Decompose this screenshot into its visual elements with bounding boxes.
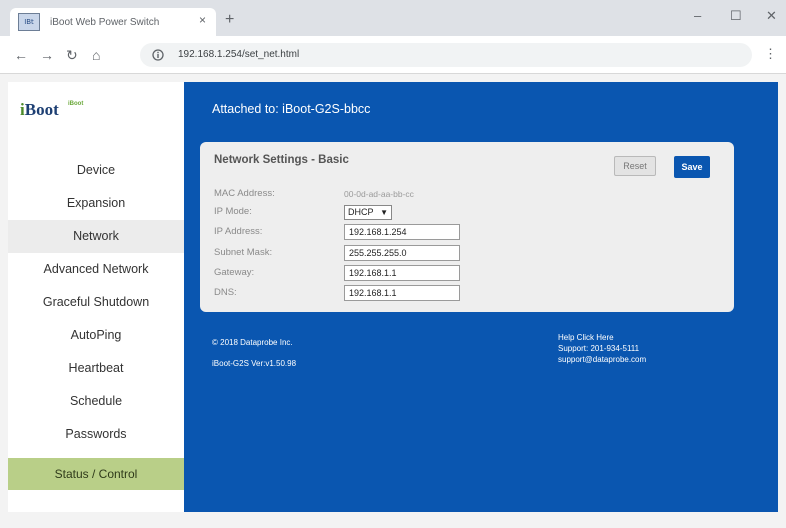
footer-left: © 2018 Dataprobe Inc. iBoot-G2S Ver:v1.5… [212,332,296,374]
gateway-label: Gateway: [214,267,255,278]
sidebar-item-expansion[interactable]: Expansion [8,187,184,220]
close-window-icon[interactable]: ✕ [766,8,777,24]
dns-input[interactable] [344,285,460,301]
help-link[interactable]: Help Click Here [558,332,646,343]
ip-address-input[interactable] [344,224,460,240]
tab-strip: IBt iBoot Web Power Switch × + – ☐ ✕ [0,0,786,36]
ip-mode-label: IP Mode: [214,206,252,217]
ip-address-label: IP Address: [214,226,263,237]
forward-icon[interactable]: → [40,47,54,63]
support-phone: Support: 201-934-5111 [558,344,640,353]
sidebar-item-network[interactable]: Network [8,220,184,253]
ip-mode-value: DHCP [348,207,374,217]
sidebar: iBoot iBoot Device Expansion Network Adv… [8,82,184,512]
save-button[interactable]: Save [674,156,710,178]
sidebar-item-device[interactable]: Device [8,154,184,187]
dns-label: DNS: [214,287,237,298]
footer-right: Help Click Here Support: 201-934-5111 su… [558,332,646,365]
subnet-mask-input[interactable] [344,245,460,261]
copyright-text: © 2018 Dataprobe Inc. [212,338,293,347]
sidebar-item-advanced-network[interactable]: Advanced Network [8,253,184,286]
minimize-icon[interactable]: – [694,8,701,23]
sidebar-item-schedule[interactable]: Schedule [8,385,184,418]
sidebar-item-passwords[interactable]: Passwords [8,418,184,451]
tab-title: iBoot Web Power Switch [50,16,160,28]
mac-address-value: 00-0d-ad-aa-bb-cc [344,189,414,199]
panel-title: Network Settings - Basic [214,154,349,166]
sidebar-item-autoping[interactable]: AutoPing [8,319,184,352]
main-content: Attached to: iBoot-G2S-bbcc Network Sett… [184,82,778,512]
ip-mode-select[interactable]: DHCP ▼ [344,205,392,220]
sidebar-item-graceful-shutdown[interactable]: Graceful Shutdown [8,286,184,319]
site-info-icon[interactable] [152,49,164,61]
sidebar-menu: Device Expansion Network Advanced Networ… [8,154,184,451]
reset-button[interactable]: Reset [614,156,656,176]
browser-menu-icon[interactable]: ⋮ [764,46,777,62]
mac-address-label: MAC Address: [214,188,275,199]
browser-tab[interactable]: IBt iBoot Web Power Switch × [10,8,216,36]
attached-device-heading: Attached to: iBoot-G2S-bbcc [212,102,371,116]
chevron-down-icon: ▼ [380,208,388,217]
sidebar-item-heartbeat[interactable]: Heartbeat [8,352,184,385]
reload-icon[interactable]: ↻ [66,47,78,63]
network-settings-panel: Network Settings - Basic Reset Save MAC … [200,142,734,312]
support-email-link[interactable]: support@dataprobe.com [558,354,646,365]
subnet-mask-label: Subnet Mask: [214,247,273,258]
back-icon[interactable]: ← [14,47,28,63]
browser-window: IBt iBoot Web Power Switch × + – ☐ ✕ ← →… [0,0,786,528]
iboot-logo: iBoot iBoot [20,96,140,126]
address-toolbar: ← → ↻ ⌂ 192.168.1.254/set_net.html ⋮ [0,36,786,74]
logo-text: iBoot [20,100,59,119]
new-tab-icon[interactable]: + [225,11,234,29]
gateway-input[interactable] [344,265,460,281]
home-icon[interactable]: ⌂ [92,47,100,63]
version-text: iBoot-G2S Ver:v1.50.98 [212,359,297,368]
status-control-button[interactable]: Status / Control [8,458,184,490]
iboot-favicon-icon: IBt [18,13,40,31]
logo-superscript: iBoot [68,101,84,107]
tab-close-icon[interactable]: × [199,13,206,27]
maximize-icon[interactable]: ☐ [730,8,742,24]
address-bar[interactable]: 192.168.1.254/set_net.html [140,43,752,67]
url-text: 192.168.1.254/set_net.html [178,49,300,60]
